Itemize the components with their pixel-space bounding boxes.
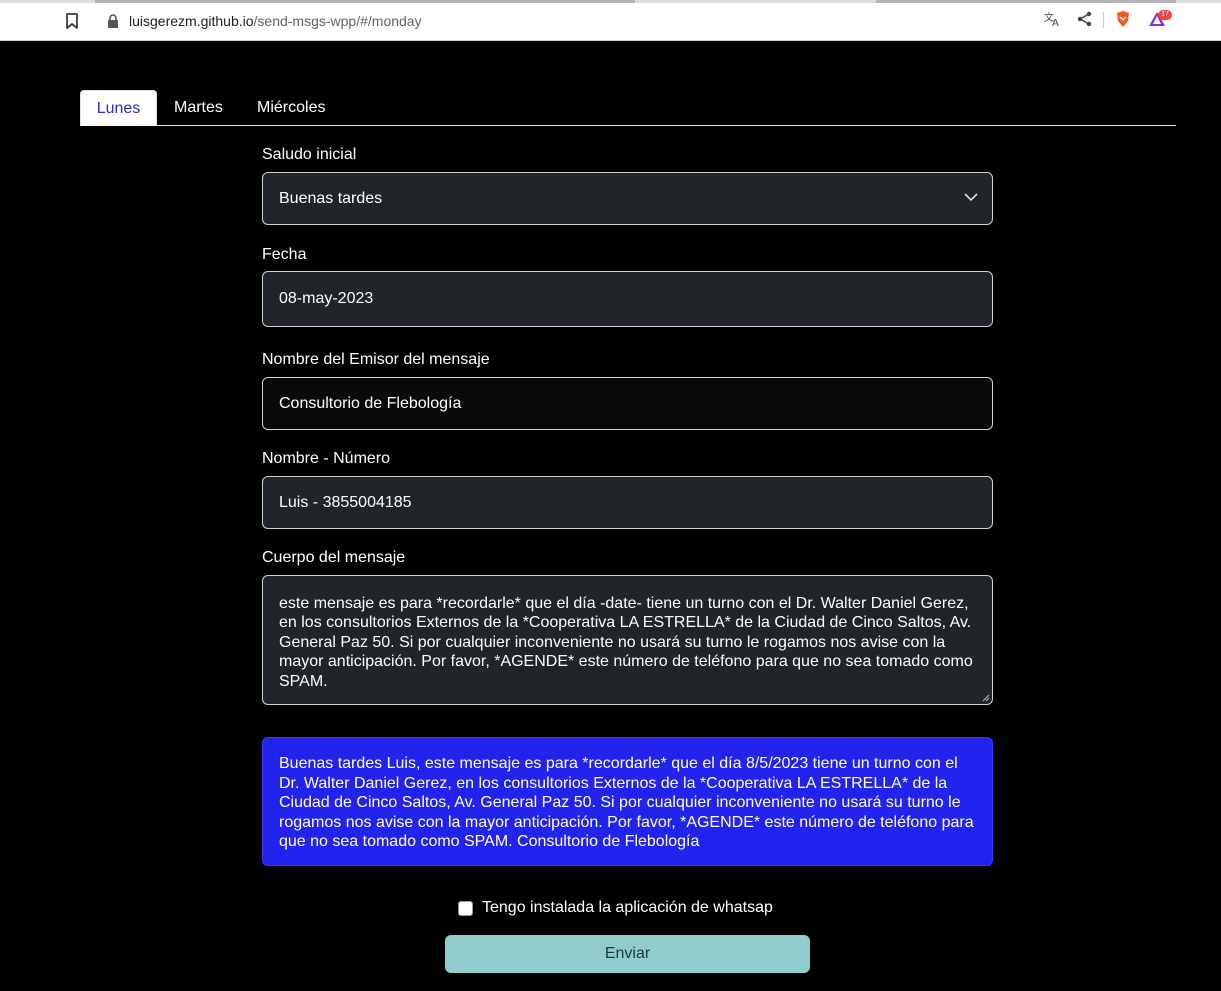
- greeting-value: Buenas tardes: [279, 189, 383, 207]
- body-label: Cuerpo del mensaje: [262, 549, 406, 566]
- whatsapp-checkbox[interactable]: [458, 900, 473, 916]
- browser-toolbar: luisgerezm.github.io/send-msgs-wpp/#/mon…: [0, 0, 1221, 41]
- resize-handle-icon[interactable]: [982, 694, 990, 702]
- sender-input[interactable]: Consultorio de Flebología: [262, 377, 993, 430]
- share-icon[interactable]: [1076, 10, 1094, 28]
- message-preview: Buenas tardes Luis, este mensaje es para…: [262, 737, 993, 866]
- toolbar-divider: [1103, 12, 1104, 28]
- tab-miercoles[interactable]: Miércoles: [241, 90, 341, 126]
- notification-badge: 17: [1158, 10, 1172, 20]
- whatsapp-checkbox-label[interactable]: Tengo instalada la aplicación de whatsap: [482, 899, 773, 917]
- bookmark-icon[interactable]: [64, 12, 80, 30]
- tab-strip: [0, 0, 1221, 3]
- svg-text:A: A: [1052, 18, 1059, 28]
- contact-value: Luis - 3855004185: [279, 493, 412, 511]
- message-preview-text: Buenas tardes Luis, este mensaje es para…: [279, 755, 974, 850]
- chevron-down-icon: [964, 193, 978, 202]
- brave-shield-icon[interactable]: [1114, 10, 1132, 28]
- contact-input[interactable]: Luis - 3855004185: [262, 476, 993, 529]
- address-bar[interactable]: luisgerezm.github.io/send-msgs-wpp/#/mon…: [95, 6, 1175, 36]
- greeting-select[interactable]: Buenas tardes: [262, 172, 993, 225]
- url-text: luisgerezm.github.io/send-msgs-wpp/#/mon…: [129, 13, 422, 29]
- tab-lunes[interactable]: Lunes: [80, 90, 157, 126]
- contact-label: Nombre - Número: [262, 450, 391, 467]
- sender-value: Consultorio de Flebología: [279, 394, 462, 412]
- sender-label: Nombre del Emisor del mensaje: [262, 351, 490, 368]
- message-body-text: este mensaje es para *recordarle* que el…: [279, 595, 973, 690]
- send-button[interactable]: Enviar: [445, 935, 810, 973]
- lock-icon: [108, 14, 118, 28]
- greeting-label: Saludo inicial: [262, 146, 357, 163]
- translate-icon[interactable]: 文 A: [1043, 10, 1061, 28]
- whatsapp-checkbox-row[interactable]: Tengo instalada la aplicación de whatsap: [458, 898, 773, 918]
- date-value: 08-may-2023: [279, 290, 374, 307]
- date-label: Fecha: [262, 246, 307, 263]
- message-body-textarea[interactable]: este mensaje es para *recordarle* que el…: [262, 575, 993, 705]
- tab-martes[interactable]: Martes: [158, 90, 239, 126]
- date-input[interactable]: 08-may-2023: [262, 271, 993, 327]
- day-tabs: Lunes Martes Miércoles: [80, 90, 1176, 126]
